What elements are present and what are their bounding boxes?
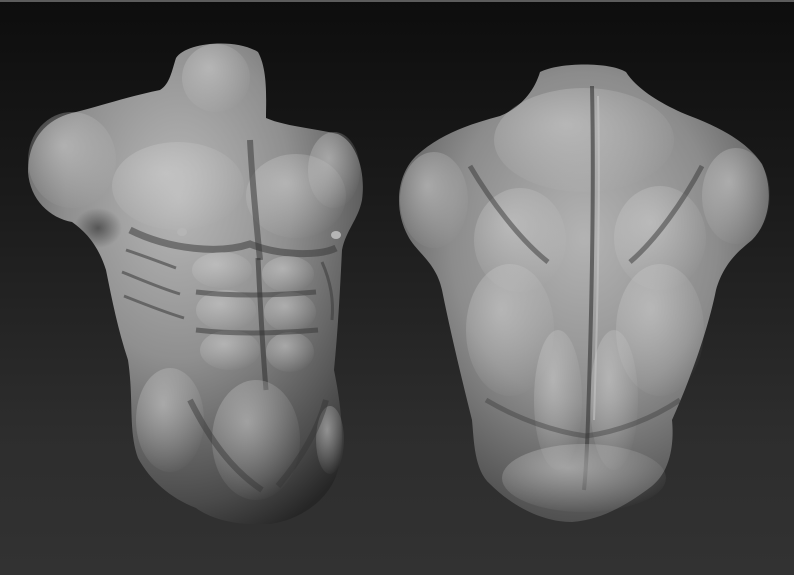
sculpt-scene — [28, 43, 770, 525]
rear-deltoid-left — [400, 152, 468, 248]
deltoid-left — [28, 112, 116, 208]
torso-back-icon[interactable] — [398, 64, 770, 523]
pectoral-left — [112, 142, 244, 230]
armpit-shadow — [74, 208, 122, 248]
lower-abdomen — [212, 380, 300, 500]
sculpt-viewport[interactable] — [0, 0, 794, 575]
trapezius — [494, 88, 674, 192]
pectoral-right — [246, 154, 346, 238]
neck — [182, 44, 250, 112]
rear-deltoid-right — [702, 148, 770, 244]
oblique-left — [136, 368, 204, 472]
nipple-right — [331, 231, 341, 239]
torso-front-icon[interactable] — [28, 43, 363, 525]
lower-back — [502, 444, 666, 512]
nipple-left — [177, 228, 187, 236]
